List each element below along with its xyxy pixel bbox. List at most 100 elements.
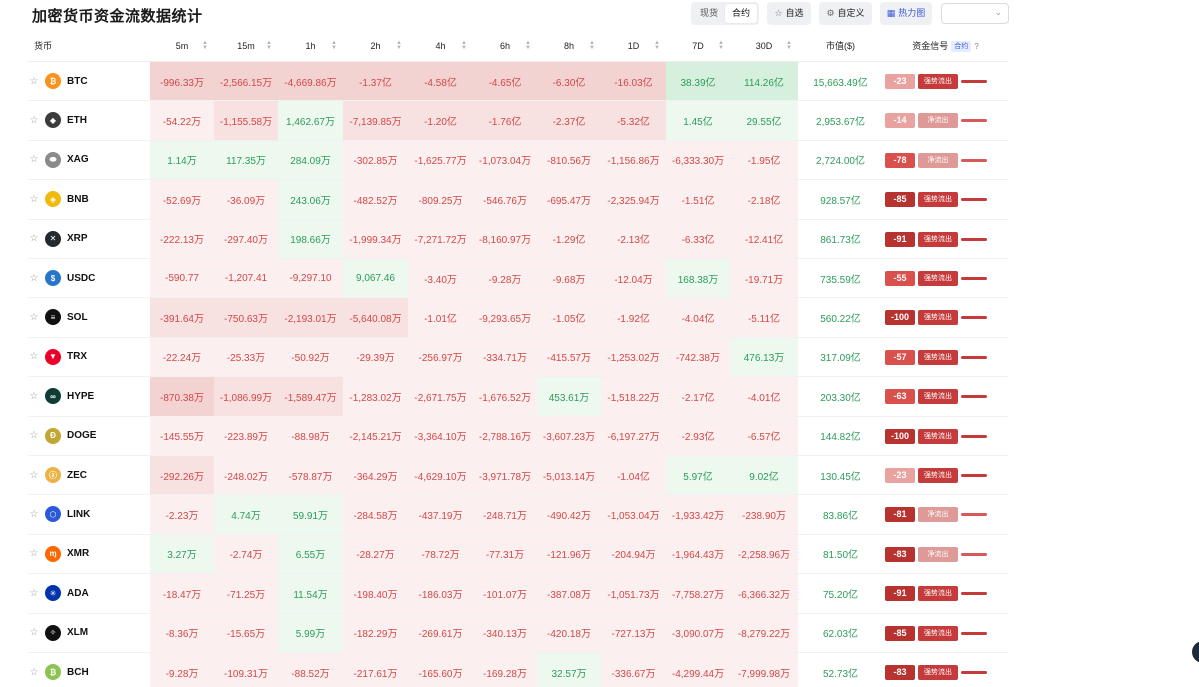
sort-icon[interactable]: ▲ ▼ bbox=[331, 40, 337, 51]
help-icon[interactable]: ? bbox=[974, 42, 978, 51]
favorite-star-icon[interactable]: ☆ bbox=[28, 141, 40, 179]
signal-tag: 强势流出 bbox=[918, 310, 958, 326]
sort-icon[interactable]: ▲ ▼ bbox=[461, 40, 467, 51]
market-cap-cell: 560.22亿 bbox=[820, 314, 861, 326]
table-row[interactable]: ☆ ◆ ETH -54.22万 -1,155.58万 1,462.67万 -7,139.85… bbox=[28, 101, 1008, 141]
table-row[interactable]: ☆ ɱ XMR 3.27万 -2.74万 6.55万 -28.27万 -78.72万 -77.3… bbox=[28, 534, 1008, 575]
favorite-star-icon[interactable]: ☆ bbox=[28, 180, 40, 218]
flow-cell: -217.61万 bbox=[343, 653, 408, 687]
favorite-star-icon[interactable]: ☆ bbox=[28, 417, 40, 455]
fund-signal: -57 强势流出 bbox=[883, 338, 1008, 376]
favorite-star-icon[interactable]: ☆ bbox=[28, 456, 40, 494]
table-row[interactable]: ☆ ✧ XLM -8.36万 -15.65万 5.99万 -182.29万 -269.61万 -… bbox=[28, 613, 1008, 653]
favorite-star-icon[interactable]: ☆ bbox=[28, 220, 40, 258]
column-header[interactable]: 1h ▲ ▼ bbox=[278, 30, 343, 62]
favorite-star-icon[interactable]: ☆ bbox=[28, 653, 40, 687]
market-cap-cell: 52.73亿 bbox=[822, 668, 859, 680]
flow-cell: -2.17亿 bbox=[666, 377, 730, 416]
table-row[interactable]: ☆ ∞ HYPE -870.38万 -1,086.99万 -1,589.47万 -1,283… bbox=[28, 377, 1008, 417]
signal-bar bbox=[961, 237, 987, 241]
sort-icon[interactable]: ▲ ▼ bbox=[202, 40, 208, 51]
sort-icon[interactable]: ▲ ▼ bbox=[266, 40, 272, 51]
table-row[interactable]: ☆ ₿ BCH -9.28万 -109.31万 -88.52万 -217.61万 -165.6… bbox=[28, 653, 1008, 687]
floating-widget[interactable] bbox=[1192, 641, 1199, 663]
column-header[interactable]: 7D ▲ ▼ bbox=[666, 30, 730, 62]
column-header[interactable]: 8h ▲ ▼ bbox=[537, 30, 601, 62]
table-row[interactable]: ☆ ₿ BTC -996.33万 -2,566.15万 -4,669.86万 -1.37亿 -… bbox=[28, 62, 1008, 102]
flow-cell: -1,933.42万 bbox=[666, 495, 730, 534]
favorite-star-icon[interactable]: ☆ bbox=[28, 614, 40, 652]
signal-score: -23 bbox=[885, 74, 915, 89]
signal-bar bbox=[961, 395, 987, 399]
favorite-star-icon[interactable]: ☆ bbox=[28, 62, 40, 100]
flow-cell: -15.65万 bbox=[214, 613, 278, 652]
favorite-star-icon[interactable]: ☆ bbox=[28, 101, 40, 139]
sort-icon[interactable]: ▲ ▼ bbox=[525, 40, 531, 51]
filter-select[interactable]: ⌄ bbox=[941, 3, 1009, 24]
column-header[interactable]: 1D ▲ ▼ bbox=[601, 30, 666, 62]
column-header-label: 6h bbox=[499, 41, 510, 51]
flow-cell: -387.08万 bbox=[537, 574, 601, 613]
table-row[interactable]: ☆ ✳ ADA -18.47万 -71.25万 11.54万 -198.40万 -186.03… bbox=[28, 574, 1008, 614]
flow-cell: -490.42万 bbox=[537, 495, 601, 534]
favorite-star-icon[interactable]: ☆ bbox=[28, 574, 40, 612]
xrp-coin-icon: ✕ bbox=[45, 230, 61, 247]
column-header[interactable]: 市值($) bbox=[798, 30, 883, 62]
table-row[interactable]: ☆ $ USDC -590.77 -1,207.41 -9,297.10 9,067.46-… bbox=[28, 259, 1008, 299]
column-header[interactable]: 4h ▲ ▼ bbox=[408, 30, 473, 62]
favorite-star-icon[interactable]: ☆ bbox=[28, 377, 40, 415]
heatmap-button[interactable]: ▦ 热力图 bbox=[880, 2, 932, 25]
favorites-button[interactable]: ☆ 自选 bbox=[767, 2, 811, 25]
table-row[interactable]: ☆ ✕ XRP -222.13万 -297.40万 198.66万 -1,999.34万 -7… bbox=[28, 219, 1008, 259]
table-row[interactable]: ☆ ≡ SOL -391.64万 -750.63万 -2,193.01万 -5,640.08… bbox=[28, 298, 1008, 338]
customize-button[interactable]: ⚙ 自定义 bbox=[819, 2, 872, 25]
signal-score: -57 bbox=[885, 349, 915, 365]
signal-bar bbox=[961, 198, 987, 202]
table-row[interactable]: ☆ ⬬ XAG 1.14万 117.35万 284.09万 -302.85万 -1,625.7… bbox=[28, 140, 1008, 181]
sort-icon[interactable]: ▲ ▼ bbox=[396, 40, 402, 51]
contract-badge: 合约 bbox=[951, 41, 972, 53]
table-row[interactable]: ☆ ◈ BNB -52.69万 -36.09万 243.06万 -482.52万 -809.2… bbox=[28, 180, 1008, 220]
flow-cell: -297.40万 bbox=[214, 219, 278, 258]
flow-cell: -7,999.98万 bbox=[730, 653, 798, 687]
signal-tag: 强势流出 bbox=[918, 625, 958, 641]
column-header[interactable]: 5m ▲ ▼ bbox=[150, 30, 214, 62]
flow-cell: -88.98万 bbox=[278, 416, 343, 455]
market-cap-cell: 317.09亿 bbox=[820, 353, 861, 365]
table-row[interactable]: ☆ ⓩ ZEC -292.26万 -248.02万 -578.87万 -364.29万 -4,… bbox=[28, 456, 1008, 496]
flow-cell: -1,051.73万 bbox=[601, 574, 666, 613]
coin-symbol: DOGE bbox=[67, 430, 97, 442]
favorite-star-icon[interactable]: ☆ bbox=[28, 535, 40, 573]
table-row[interactable]: ☆ ▼ TRX -22.24万 -25.33万 -50.92万 -29.39万 -256.97… bbox=[28, 337, 1008, 378]
coin-symbol: BCH bbox=[67, 666, 89, 678]
column-header-label: 7D bbox=[692, 41, 704, 51]
coin-symbol: LINK bbox=[67, 509, 91, 521]
column-header[interactable]: 6h ▲ ▼ bbox=[473, 30, 537, 62]
sort-icon[interactable]: ▲ ▼ bbox=[589, 40, 595, 51]
column-header[interactable]: 30D ▲ ▼ bbox=[730, 30, 798, 62]
sort-icon[interactable]: ▲ ▼ bbox=[786, 40, 792, 51]
contract-tab[interactable]: 合约 bbox=[725, 4, 757, 23]
spot-tab[interactable]: 现货 bbox=[693, 4, 725, 23]
favorite-star-icon[interactable]: ☆ bbox=[28, 259, 40, 297]
flow-cell: -391.64万 bbox=[150, 298, 214, 337]
column-header-label: 5m bbox=[175, 41, 189, 51]
sort-icon[interactable]: ▲ ▼ bbox=[654, 40, 660, 51]
flow-cell: -1,518.22万 bbox=[601, 377, 666, 416]
table-row[interactable]: ☆ Ð DOGE -145.55万 -223.89万 -88.98万 -2,145.21万 -… bbox=[28, 416, 1008, 456]
flow-cell: -1.51亿 bbox=[666, 180, 730, 219]
flow-cell: -12.41亿 bbox=[730, 219, 798, 258]
favorite-star-icon[interactable]: ☆ bbox=[28, 298, 40, 336]
xmr-coin-icon: ɱ bbox=[45, 545, 61, 562]
sort-icon[interactable]: ▲ ▼ bbox=[718, 40, 724, 51]
flow-cell: -269.61万 bbox=[408, 613, 473, 652]
market-cap-cell: 81.50亿 bbox=[822, 550, 859, 562]
column-header[interactable]: 15m ▲ ▼ bbox=[214, 30, 278, 62]
favorite-star-icon[interactable]: ☆ bbox=[28, 495, 40, 533]
table-row[interactable]: ☆ ⬡ LINK -2.23万 4.74万 59.91万 -284.58万 -437.19万 -… bbox=[28, 495, 1008, 535]
favorite-star-icon[interactable]: ☆ bbox=[28, 338, 40, 376]
column-header[interactable]: 2h ▲ ▼ bbox=[343, 30, 408, 62]
market-cap-cell: 83.86亿 bbox=[822, 511, 859, 523]
flow-cell: -198.40万 bbox=[343, 574, 408, 613]
flow-cell: -364.29万 bbox=[343, 456, 408, 495]
